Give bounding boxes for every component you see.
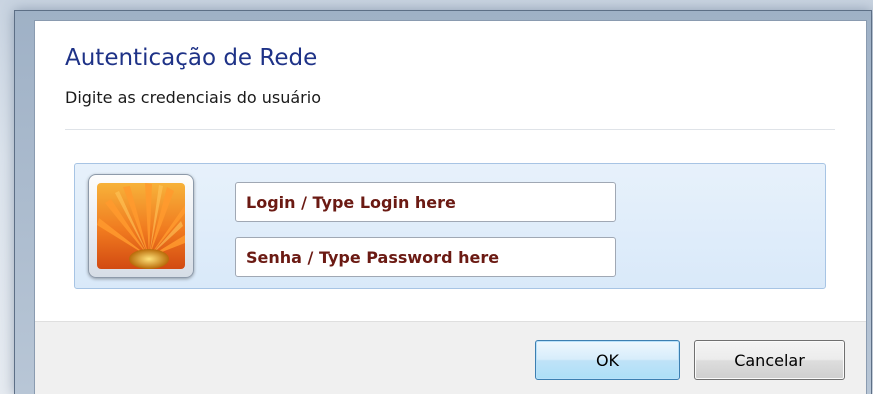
cancel-button[interactable]: Cancelar [694,340,845,380]
user-tile-flower-icon [97,183,185,269]
user-avatar [88,174,194,278]
dialog-subtitle: Digite as credenciais do usuário [65,88,321,107]
dialog-title: Autenticação de Rede [65,45,318,71]
desktop-background: Autenticação de Rede Digite as credencia… [0,0,873,394]
network-auth-dialog: Autenticação de Rede Digite as credencia… [34,20,867,394]
header-separator [65,129,835,130]
button-bar: OK Cancelar [35,321,866,394]
login-input[interactable] [235,182,616,222]
credential-tile[interactable] [74,163,826,289]
password-input[interactable] [235,237,616,277]
ok-button[interactable]: OK [535,340,680,380]
